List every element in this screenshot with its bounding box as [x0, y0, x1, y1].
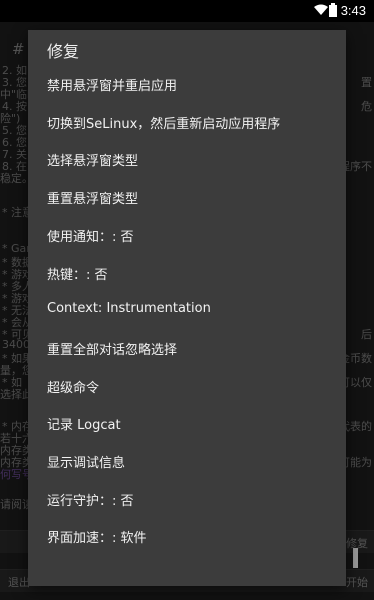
status-bar: 3:43: [0, 0, 374, 22]
menu-item-label: 选择悬浮窗类型: [47, 154, 139, 170]
menu-item-label: 界面加速：: 软件: [47, 531, 147, 547]
repair-dialog: 修复 禁用悬浮窗并重启应用切换到SeLinux，然后重新启动应用程序 选择悬浮窗类…: [28, 30, 346, 586]
menu-item-label: Context: Instrumentation: [47, 301, 211, 317]
menu-item-disable-floating-restart[interactable]: 禁用悬浮窗并重启应用: [28, 66, 346, 104]
menu-item-super-command[interactable]: 超级命令: [28, 368, 346, 406]
menu-item-use-notification[interactable]: 使用通知：: 否: [28, 217, 346, 255]
menu-item-label: 重置悬浮窗类型: [47, 192, 139, 208]
status-time: 3:43: [340, 3, 366, 18]
menu-item-label: 记录 Logcat: [47, 418, 121, 434]
menu-item-reset-dialog-ignore[interactable]: 重置全部对话忽略选择: [28, 330, 346, 368]
menu-item-label: 热键：: 否: [47, 267, 108, 283]
menu-item-switch-selinux[interactable]: 切换到SeLinux，然后重新启动应用程序: [28, 104, 346, 142]
dialog-title: 修复: [47, 42, 80, 61]
menu-item-label: 禁用悬浮窗并重启应用: [47, 79, 178, 94]
menu-item-record-logcat[interactable]: 记录 Logcat: [28, 405, 346, 443]
menu-item-ui-acceleration[interactable]: 界面加速：: 软件: [28, 518, 346, 556]
menu-item-reset-floating-type[interactable]: 重置悬浮窗类型: [28, 179, 346, 217]
menu-item-context[interactable]: Context: Instrumentation: [28, 292, 346, 330]
menu-item-hotkey[interactable]: 热键：: 否: [28, 255, 346, 293]
menu-item-run-guard[interactable]: 运行守护：: 否: [28, 481, 346, 519]
menu-item-label: 重置全部对话忽略选择: [47, 342, 178, 358]
menu-item-label: 显示调试信息: [47, 456, 126, 471]
menu-item-show-debug-info[interactable]: 显示调试信息: [28, 443, 346, 481]
menu-item-label: 超级命令: [47, 380, 100, 396]
scrollbar-thumb[interactable]: [353, 548, 358, 568]
wifi-icon: [314, 4, 328, 15]
menu-item-label: 使用通知：: 否: [47, 229, 134, 245]
menu-item-select-floating-type[interactable]: 选择悬浮窗类型: [28, 141, 346, 179]
menu-item-label: 切换到SeLinux，然后重新启动应用程序: [47, 116, 281, 132]
menu-item-label: 运行守护：: 否: [47, 493, 134, 509]
battery-icon: [329, 3, 337, 17]
